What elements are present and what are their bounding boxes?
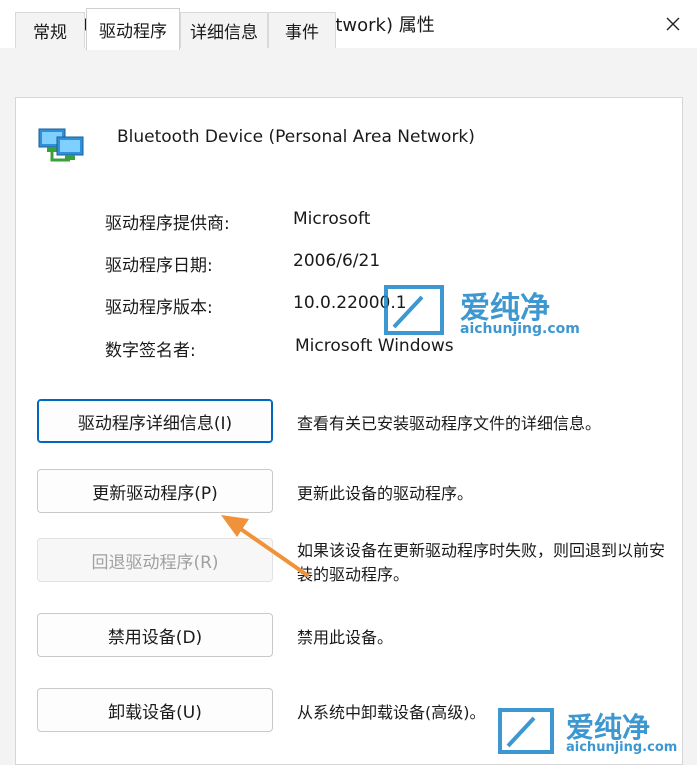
driver-date-value: 2006/6/21 — [293, 251, 381, 271]
driver-date-label: 驱动程序日期: — [105, 256, 213, 276]
disable-device-button[interactable]: 禁用设备(D) — [37, 613, 273, 657]
driver-details-description: 查看有关已安装驱动程序文件的详细信息。 — [297, 414, 602, 433]
uninstall-device-button[interactable]: 卸载设备(U) — [37, 688, 273, 732]
close-button[interactable] — [649, 0, 697, 48]
update-driver-description: 更新此设备的驱动程序。 — [297, 484, 474, 503]
pointer-arrow-icon — [221, 515, 309, 577]
driver-details-button[interactable]: 驱动程序详细信息(I) — [37, 399, 273, 443]
driver-provider-value: Microsoft — [293, 209, 371, 229]
tab-driver[interactable]: 驱动程序 — [86, 8, 180, 50]
driver-version-label: 驱动程序版本: — [105, 298, 213, 318]
disable-device-description: 禁用此设备。 — [297, 628, 394, 647]
watermark-corner-site: aichunjing.com — [566, 740, 678, 755]
dialog-margin-right — [683, 48, 697, 765]
device-name: Bluetooth Device (Personal Area Network) — [117, 127, 475, 147]
digital-signer-label: 数字签名者: — [105, 341, 196, 361]
tab-strip — [0, 48, 697, 98]
watermark-logo-icon — [384, 285, 444, 335]
watermark-site: aichunjing.com — [460, 321, 580, 337]
driver-provider-label: 驱动程序提供商: — [105, 214, 230, 234]
tab-details[interactable]: 详细信息 — [180, 12, 268, 48]
dialog-margin-left — [0, 48, 15, 765]
uninstall-device-description: 从系统中卸载设备(高级)。 — [297, 703, 486, 722]
tab-general[interactable]: 常规 — [15, 12, 85, 48]
close-icon — [666, 17, 680, 31]
network-adapter-icon — [38, 128, 84, 162]
watermark-corner-logo-icon — [498, 708, 554, 754]
tab-events[interactable]: 事件 — [268, 12, 336, 48]
roll-back-driver-description: 如果该设备在更新驱动程序时失败，则回退到以前安装的驱动程序。 — [297, 541, 666, 584]
digital-signer-value: Microsoft Windows — [295, 336, 454, 356]
